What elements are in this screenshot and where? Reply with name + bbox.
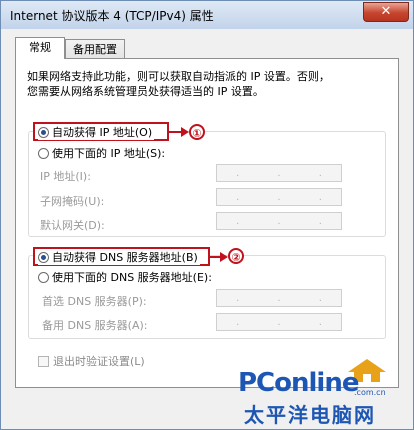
description-line-2: 您需要从网络系统管理员处获得适当的 IP 设置。 <box>27 85 264 98</box>
ip-auto-radio-row[interactable]: 自动获得 IP 地址(O) <box>38 124 155 140</box>
ip-dot: . <box>318 215 322 227</box>
validate-on-exit-checkbox[interactable] <box>38 355 49 367</box>
annotation-arrow-1-head <box>181 127 189 137</box>
ip-manual-radio[interactable] <box>38 147 49 159</box>
pconline-watermark: PConline .com.cn 太平洋电脑网 <box>238 359 414 428</box>
ip-auto-radio[interactable] <box>38 126 49 138</box>
brand-domain: .com.cn <box>354 388 386 397</box>
ip-dot: . <box>236 215 240 227</box>
ip-dot: . <box>236 316 240 328</box>
brand-name: PConline <box>238 368 359 398</box>
ip-dot: . <box>277 191 281 203</box>
close-button[interactable]: ✕ <box>363 2 409 22</box>
annotation-marker-1: ① <box>189 124 205 140</box>
window-title: Internet 协议版本 4 (TCP/IPv4) 属性 <box>10 9 214 23</box>
close-icon: ✕ <box>380 4 392 19</box>
ip-dot: . <box>277 316 281 328</box>
ip-address-label: IP 地址(I): <box>40 170 91 183</box>
preferred-dns-input[interactable]: . . . <box>216 289 342 307</box>
tab-alternate-configuration[interactable]: 备用配置 <box>65 39 125 59</box>
brand-slogan: 太平洋电脑网 <box>244 403 376 427</box>
ip-dot: . <box>318 191 322 203</box>
validate-on-exit-label: 退出时验证设置(L) <box>53 355 145 368</box>
alternate-dns-label: 备用 DNS 服务器(A): <box>42 319 148 332</box>
tab-general[interactable]: 常规 <box>15 37 65 59</box>
ip-dot: . <box>236 167 240 179</box>
description-text: 如果网络支持此功能，则可以获取自动指派的 IP 设置。否则， 您需要从网络系统管… <box>27 69 387 99</box>
annotation-arrow-2-head <box>220 252 228 262</box>
ip-dot: . <box>318 316 322 328</box>
title-bar[interactable]: Internet 协议版本 4 (TCP/IPv4) 属性 ✕ <box>1 1 413 29</box>
ip-dot: . <box>277 215 281 227</box>
ip-manual-radio-row[interactable]: 使用下面的 IP 地址(S): <box>38 145 168 161</box>
default-gateway-label: 默认网关(D): <box>40 219 105 232</box>
dns-manual-radio-row[interactable]: 使用下面的 DNS 服务器地址(E): <box>38 269 214 285</box>
dns-auto-radio[interactable] <box>38 251 49 263</box>
ip-dot: . <box>277 292 281 304</box>
ip-dot: . <box>236 191 240 203</box>
ip-dot: . <box>236 292 240 304</box>
ip-dot: . <box>318 292 322 304</box>
ip-auto-label: 自动获得 IP 地址(O) <box>52 126 153 139</box>
annotation-marker-2: ② <box>228 248 244 264</box>
ip-dot: . <box>277 167 281 179</box>
tab-general-label: 常规 <box>29 41 51 54</box>
alternate-dns-input[interactable]: . . . <box>216 313 342 331</box>
validate-on-exit-row[interactable]: 退出时验证设置(L) <box>38 353 145 369</box>
dns-auto-radio-row[interactable]: 自动获得 DNS 服务器地址(B) <box>38 249 200 265</box>
preferred-dns-label: 首选 DNS 服务器(P): <box>42 295 147 308</box>
tab-alternate-label: 备用配置 <box>73 43 117 56</box>
subnet-mask-input[interactable]: . . . <box>216 188 342 206</box>
dns-manual-radio[interactable] <box>38 271 49 283</box>
dns-manual-label: 使用下面的 DNS 服务器地址(E): <box>52 271 212 284</box>
default-gateway-input[interactable]: . . . <box>216 212 342 230</box>
ip-dot: . <box>318 167 322 179</box>
subnet-mask-label: 子网掩码(U): <box>40 195 105 208</box>
ip-manual-label: 使用下面的 IP 地址(S): <box>52 147 166 160</box>
dns-auto-label: 自动获得 DNS 服务器地址(B) <box>52 251 198 264</box>
ip-address-input[interactable]: . . . <box>216 164 342 182</box>
description-line-1: 如果网络支持此功能，则可以获取自动指派的 IP 设置。否则， <box>27 70 330 83</box>
